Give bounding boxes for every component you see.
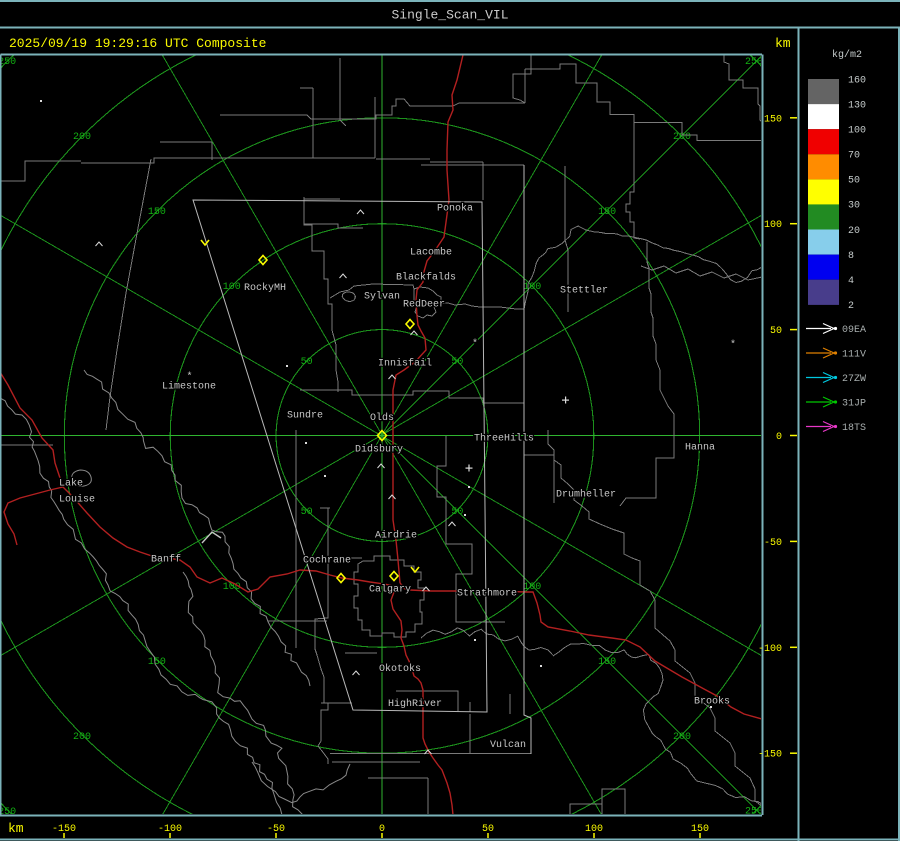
- svg-text:2: 2: [848, 301, 854, 312]
- svg-text:Lake: Lake: [59, 478, 83, 490]
- svg-text:50: 50: [451, 357, 463, 368]
- svg-text:50: 50: [301, 507, 313, 518]
- svg-text:-50: -50: [764, 538, 782, 549]
- svg-text:100: 100: [223, 582, 241, 593]
- svg-text:kg/m2: kg/m2: [832, 49, 862, 61]
- svg-text:Blackfalds: Blackfalds: [396, 272, 456, 284]
- svg-text:Sundre: Sundre: [287, 410, 323, 422]
- svg-text:Brooks: Brooks: [694, 696, 730, 708]
- svg-text:150: 150: [598, 657, 616, 668]
- svg-text:Louise: Louise: [59, 494, 95, 506]
- svg-text:130: 130: [848, 101, 866, 112]
- svg-text:100: 100: [523, 282, 541, 293]
- svg-text:Strathmore: Strathmore: [457, 588, 517, 600]
- svg-text:50: 50: [848, 176, 860, 187]
- svg-text:Ponoka: Ponoka: [437, 203, 473, 215]
- svg-text:50: 50: [451, 507, 463, 518]
- svg-text:Innisfail: Innisfail: [378, 358, 432, 370]
- svg-text:RedDeer: RedDeer: [403, 299, 445, 311]
- svg-text:Olds: Olds: [370, 412, 394, 424]
- svg-text:Cochrane: Cochrane: [303, 555, 351, 567]
- svg-text:150: 150: [148, 207, 166, 218]
- svg-text:200: 200: [673, 732, 691, 743]
- svg-text:-100: -100: [758, 644, 782, 655]
- svg-text:200: 200: [73, 132, 91, 143]
- svg-text:27ZW: 27ZW: [842, 374, 866, 385]
- svg-text:150: 150: [598, 207, 616, 218]
- svg-text:-150: -150: [758, 750, 782, 761]
- svg-text:Stettler: Stettler: [560, 285, 608, 297]
- svg-text:8: 8: [848, 251, 854, 262]
- svg-text:HighRiver: HighRiver: [388, 698, 442, 710]
- svg-text:Vulcan: Vulcan: [490, 739, 526, 751]
- svg-text:100: 100: [764, 220, 782, 231]
- svg-text:111V: 111V: [842, 350, 866, 361]
- svg-text:250: 250: [745, 57, 763, 68]
- svg-text:*: *: [186, 371, 192, 383]
- svg-text:4: 4: [848, 276, 854, 287]
- svg-text:30: 30: [848, 201, 860, 212]
- svg-text:Banff: Banff: [151, 554, 181, 566]
- svg-text:100: 100: [223, 282, 241, 293]
- svg-text:200: 200: [73, 732, 91, 743]
- svg-text:RockyMH: RockyMH: [244, 282, 286, 294]
- svg-text:Calgary: Calgary: [369, 584, 411, 596]
- svg-text:18TS: 18TS: [842, 423, 866, 434]
- svg-text:km: km: [8, 821, 24, 836]
- svg-text:160: 160: [848, 76, 866, 87]
- svg-text:09EA: 09EA: [842, 325, 866, 336]
- svg-text:*: *: [472, 338, 478, 350]
- svg-text:250: 250: [0, 57, 16, 68]
- svg-text:150: 150: [764, 114, 782, 125]
- svg-text:70: 70: [848, 151, 860, 162]
- svg-text:31JP: 31JP: [842, 399, 866, 410]
- svg-text:Didsbury: Didsbury: [355, 444, 403, 456]
- svg-text:Airdrie: Airdrie: [375, 530, 417, 542]
- svg-text:0: 0: [776, 432, 782, 443]
- svg-text:Sylvan: Sylvan: [364, 291, 400, 303]
- svg-text:20: 20: [848, 226, 860, 237]
- svg-text:Lacombe: Lacombe: [410, 247, 452, 259]
- svg-text:Okotoks: Okotoks: [379, 663, 421, 675]
- svg-text:km: km: [775, 36, 791, 51]
- svg-text:Single_Scan_VIL: Single_Scan_VIL: [391, 8, 508, 23]
- svg-text:Hanna: Hanna: [685, 443, 715, 454]
- svg-text:100: 100: [848, 126, 866, 137]
- svg-text:Drumheller: Drumheller: [556, 489, 616, 501]
- svg-text:2025/09/19 19:29:16 UTC Compos: 2025/09/19 19:29:16 UTC Composite: [9, 36, 266, 51]
- svg-text:ThreeHills: ThreeHills: [474, 433, 534, 445]
- svg-text:*: *: [730, 339, 736, 351]
- svg-text:50: 50: [301, 357, 313, 368]
- svg-text:50: 50: [770, 326, 782, 337]
